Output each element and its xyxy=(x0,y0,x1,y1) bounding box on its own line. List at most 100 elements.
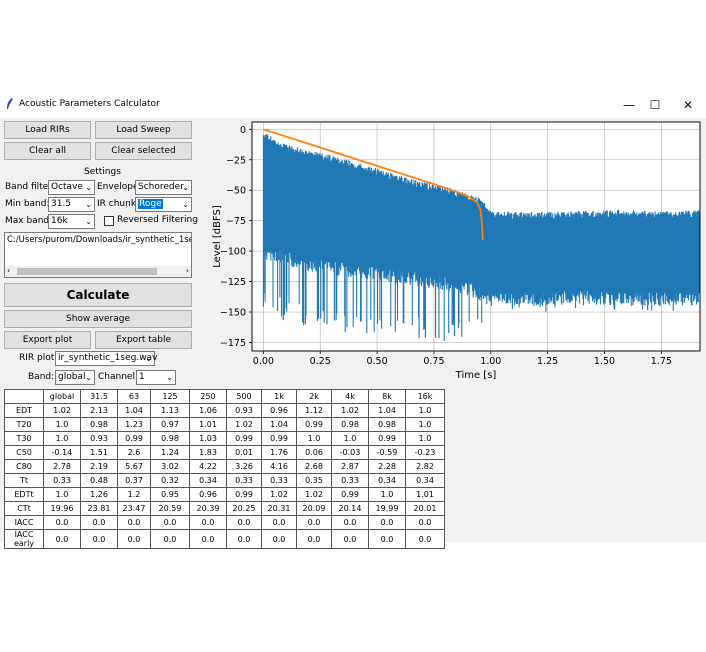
row-header: T20 xyxy=(4,417,44,432)
chevron-down-icon: ⌄ xyxy=(85,183,92,192)
clear-selected-button[interactable]: Clear selected xyxy=(95,142,192,160)
table-cell: 1.2 xyxy=(117,487,151,502)
table-cell: 0.96 xyxy=(189,487,227,502)
load-sweep-button[interactable]: Load Sweep xyxy=(95,121,192,139)
table-cell: 1.23 xyxy=(117,417,151,432)
table-cell: -0.03 xyxy=(331,445,369,460)
min-band-select[interactable]: 31.5 ⌄ xyxy=(48,197,95,212)
rir-plot-value: ir_synthetic_1seg.wav xyxy=(58,353,158,363)
show-average-button[interactable]: Show average xyxy=(4,310,192,328)
table-header-row: global 31.5 63 125 250 500 1k 2k 4k 8k 16k xyxy=(4,389,445,404)
table-cell: 0.93 xyxy=(80,431,118,446)
column-header: 4k xyxy=(331,389,369,404)
chevron-down-icon: ⌄ xyxy=(166,373,173,382)
ir-chunk-select[interactable]: Roge ⌄ xyxy=(135,197,192,212)
reversed-filtering-checkbox[interactable] xyxy=(104,216,114,226)
column-header: 8k xyxy=(368,389,406,404)
table-row: T30 1.0 0.93 0.99 0.98 1.03 0.99 0.99 1.0 1.0 0.99… xyxy=(4,431,445,446)
table-cell: 1.0 xyxy=(405,417,445,432)
table-cell: 1.83 xyxy=(189,445,227,460)
table-row: IACC early 0.0 0.0 0.0 0.0 0.0 0.0 0.0 0.0 0.0 0.0… xyxy=(4,529,445,549)
max-band-select[interactable]: 16k ⌄ xyxy=(48,214,95,229)
table-row: EDTt 1.0 1.26 1.2 0.95 0.96 0.99 1.02 1.02 0.99 1.… xyxy=(4,487,445,502)
table-cell: 0.33 xyxy=(43,473,81,488)
table-cell: 5.67 xyxy=(117,459,151,474)
table-cell: 0.0 xyxy=(226,529,262,549)
table-row: EDT 1.02 2.13 1.04 1.13 1.06 0.93 0.96 1.12 1.02 1… xyxy=(4,403,445,418)
results-table: global 31.5 63 125 250 500 1k 2k 4k 8k 16k EDT 1.02… xyxy=(4,389,445,549)
calculate-button[interactable]: Calculate xyxy=(4,283,192,307)
table-cell: 23.47 xyxy=(117,501,151,516)
table-cell: 1.13 xyxy=(150,403,190,418)
file-list-box[interactable]: C:/Users/purom/Downloads/ir_synthetic_1s… xyxy=(4,232,192,278)
minimize-icon[interactable]: — xyxy=(620,96,638,114)
table-cell: 1.0 xyxy=(43,431,81,446)
table-cell: 20.31 xyxy=(261,501,297,516)
table-cell: 20.14 xyxy=(331,501,369,516)
table-cell: 0.06 xyxy=(296,445,332,460)
table-cell: 1.51 xyxy=(80,445,118,460)
channel-select[interactable]: 1 ⌄ xyxy=(136,370,176,385)
band-filter-select[interactable]: Octave ⌄ xyxy=(48,180,95,195)
table-cell: 0.0 xyxy=(43,515,81,530)
table-cell: 2.19 xyxy=(80,459,118,474)
table-cell: 1.02 xyxy=(261,487,297,502)
column-header: 1k xyxy=(261,389,297,404)
table-cell: 2.13 xyxy=(80,403,118,418)
row-header: IACC early xyxy=(4,529,44,549)
band-select[interactable]: global ⌄ xyxy=(55,370,95,385)
table-cell: 1.02 xyxy=(331,403,369,418)
rir-plot-label: RIR plot: xyxy=(19,353,58,363)
channel-label: Channel: xyxy=(98,372,138,382)
ir-chunk-label: IR chunk: xyxy=(97,199,140,209)
export-plot-button[interactable]: Export plot xyxy=(4,331,91,349)
band-label: Band: xyxy=(28,372,55,382)
horizontal-scrollbar[interactable]: ‹ › xyxy=(5,266,191,277)
table-cell: 0.99 xyxy=(226,487,262,502)
scroll-left-icon[interactable]: ‹ xyxy=(7,266,10,275)
row-header: CTt xyxy=(4,501,44,516)
scroll-right-icon[interactable]: › xyxy=(186,266,189,275)
close-icon[interactable]: ✕ xyxy=(679,96,697,114)
table-row: IACC 0.0 0.0 0.0 0.0 0.0 0.0 0.0 0.0 0.0 0.0 0.0 xyxy=(4,515,445,530)
settings-heading: Settings xyxy=(84,167,121,177)
column-header: global xyxy=(43,389,81,404)
table-cell: 0.98 xyxy=(150,431,190,446)
row-header: C50 xyxy=(4,445,44,460)
envelope-select[interactable]: Schoreder ⌄ xyxy=(135,180,192,195)
table-cell: 2.6 xyxy=(117,445,151,460)
table-cell: 20.09 xyxy=(296,501,332,516)
load-rirs-button[interactable]: Load RIRs xyxy=(4,121,91,139)
table-cell: -0.14 xyxy=(43,445,81,460)
table-cell: 0.34 xyxy=(189,473,227,488)
envelope-value: Schoreder xyxy=(138,182,184,192)
table-cell: 0.0 xyxy=(331,529,369,549)
table-cell: 0.96 xyxy=(261,403,297,418)
table-cell: 1.0 xyxy=(405,431,445,446)
table-cell: 19.99 xyxy=(368,501,406,516)
table-row: T20 1.0 0.98 1.23 0.97 1.01 1.02 1.04 0.99 0.98 0.… xyxy=(4,417,445,432)
row-header: Tt xyxy=(4,473,44,488)
column-header: 500 xyxy=(226,389,262,404)
export-table-button[interactable]: Export table xyxy=(95,331,192,349)
table-cell: 1.0 xyxy=(368,487,406,502)
table-cell: 0.0 xyxy=(296,529,332,549)
table-cell: 0.32 xyxy=(150,473,190,488)
table-cell: 0.33 xyxy=(226,473,262,488)
clear-all-button[interactable]: Clear all xyxy=(4,142,91,160)
channel-value: 1 xyxy=(139,372,145,382)
table-cell: 0.98 xyxy=(331,417,369,432)
column-header: 63 xyxy=(117,389,151,404)
table-cell: 1.0 xyxy=(43,487,81,502)
row-header: EDTt xyxy=(4,487,44,502)
table-row: Tt 0.33 0.48 0.37 0.32 0.34 0.33 0.33 0.35 0.33 0.… xyxy=(4,473,445,488)
column-header: 16k xyxy=(405,389,445,404)
table-cell: 1.04 xyxy=(117,403,151,418)
rir-plot-select[interactable]: ir_synthetic_1seg.wav ⌄ xyxy=(55,351,158,366)
table-cell: 1.02 xyxy=(226,417,262,432)
scrollbar-thumb[interactable] xyxy=(17,268,157,275)
chevron-down-icon: ⌄ xyxy=(85,217,92,226)
table-cell: 0.35 xyxy=(296,473,332,488)
table-cell: 1.0 xyxy=(296,431,332,446)
maximize-icon[interactable]: ☐ xyxy=(646,96,664,114)
